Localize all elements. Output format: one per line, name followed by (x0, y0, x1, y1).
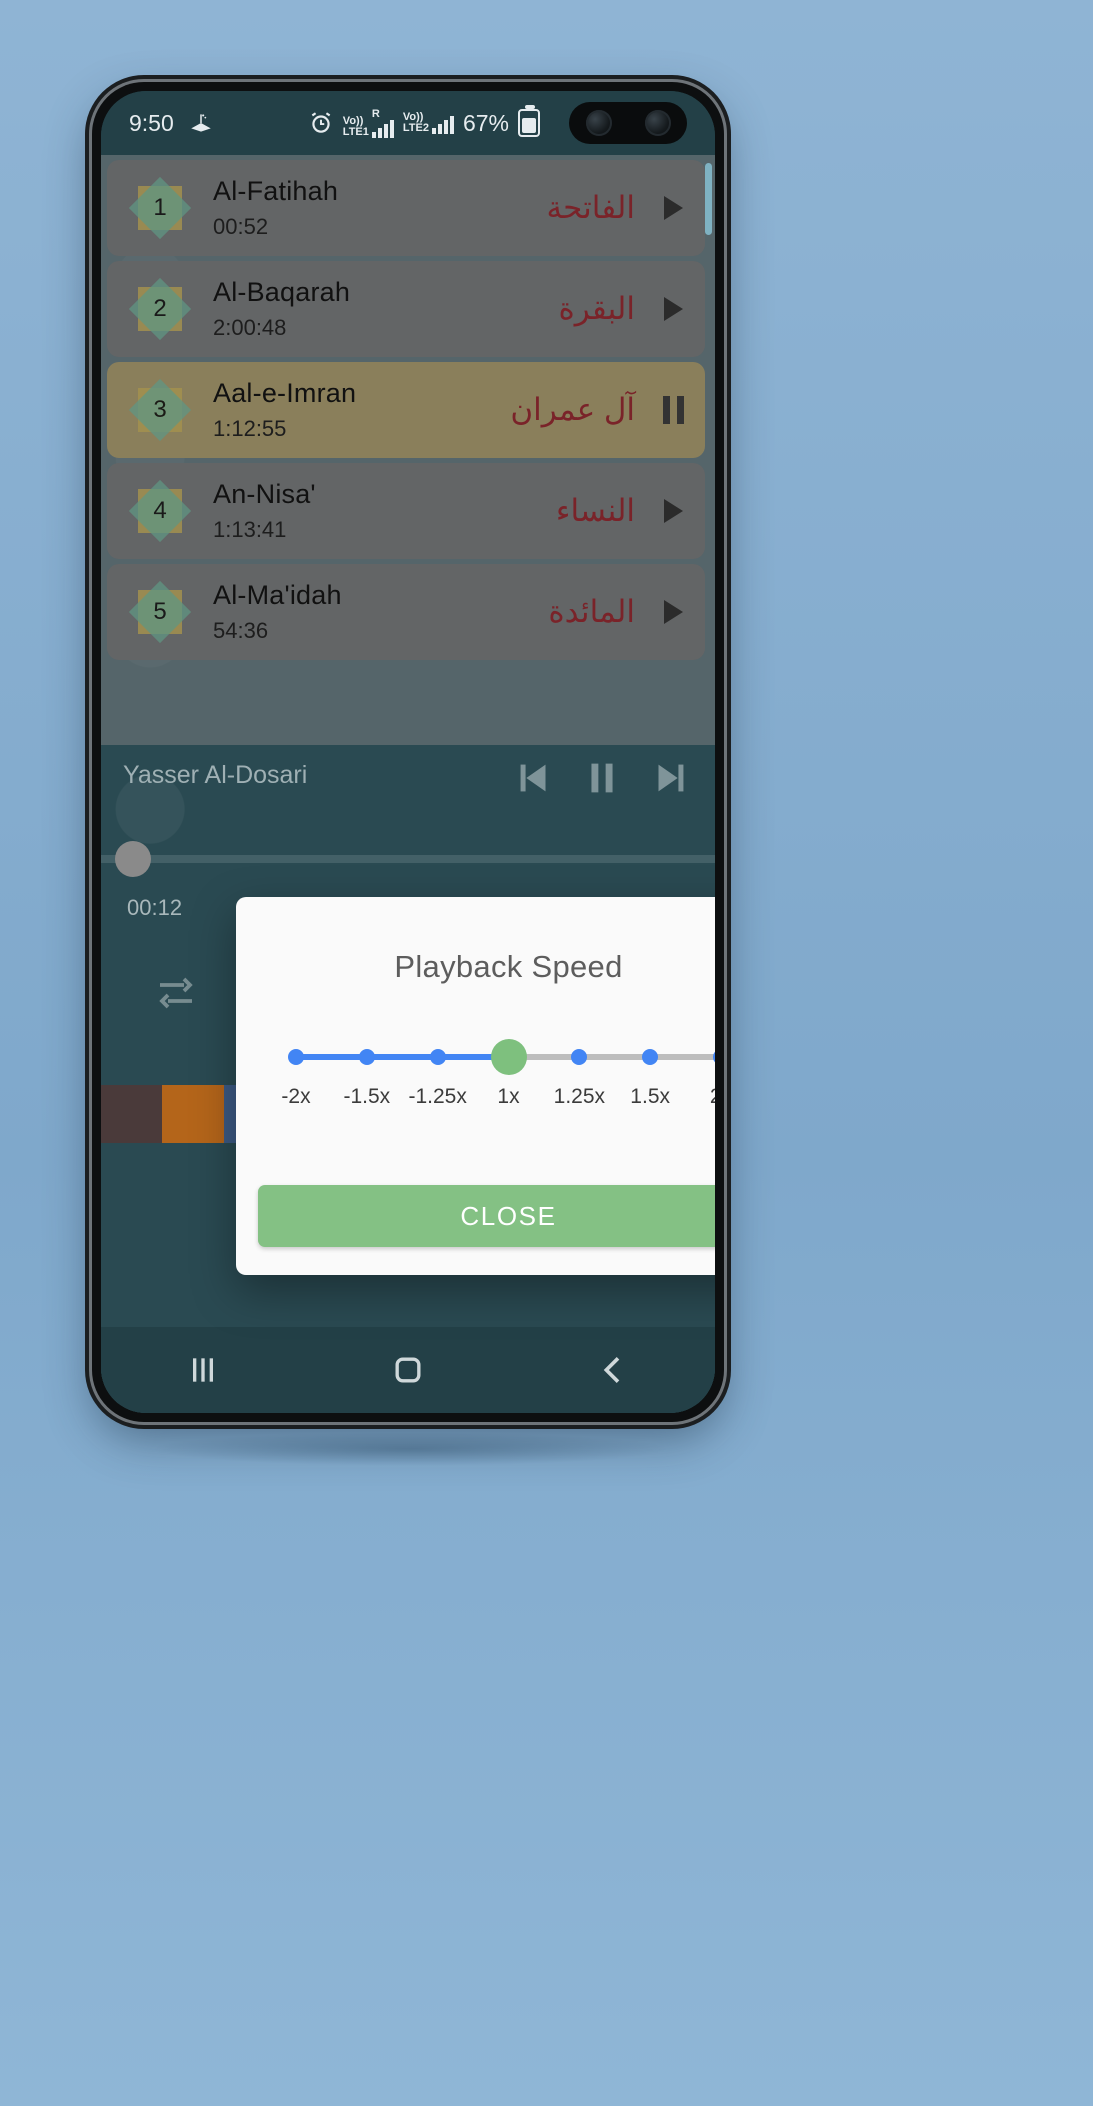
surah-number: 2 (153, 295, 167, 322)
close-button[interactable]: CLOSE (258, 1185, 715, 1247)
roaming-label: R (371, 107, 380, 120)
slider-tick[interactable] (358, 1049, 375, 1065)
slider-tick-label: -1.5x (343, 1085, 391, 1108)
volume-up-button[interactable] (86, 380, 91, 476)
slider-tick-label: -2x (281, 1085, 311, 1108)
sim1-tech-label: LTE1 (342, 125, 369, 138)
surah-number: 1 (153, 194, 167, 221)
sim2-indicator: Vo)) LTE2 (403, 112, 454, 134)
slider-tick-label: -1.25x (408, 1085, 467, 1108)
front-camera-cutout (569, 102, 687, 144)
sim2-tech-label: LTE2 (402, 122, 429, 134)
sim1-signal-bars (371, 119, 394, 138)
sim2-signal-bars (431, 116, 454, 134)
status-bar-right: Vo)) LTE1 R Vo)) LTE2 67% (308, 105, 540, 138)
phone-drop-shadow (150, 1432, 670, 1466)
battery-icon (518, 105, 540, 137)
slider-tick[interactable] (571, 1049, 588, 1065)
slider-tick[interactable] (288, 1049, 304, 1065)
sim1-indicator: Vo)) LTE1 R (342, 107, 394, 138)
slider-tick-label: 1x (497, 1085, 520, 1108)
slider-tick-label: 1.5x (630, 1085, 671, 1108)
volume-down-button[interactable] (86, 560, 91, 626)
slider-tick[interactable] (642, 1049, 659, 1065)
status-time: 9:50 (129, 109, 174, 136)
sim1-volte-label: Vo)) (342, 114, 364, 127)
alarm-icon (311, 112, 331, 133)
surah-number: 4 (153, 497, 167, 524)
camera-lens-left (585, 110, 612, 136)
status-bar: 9:50 Vo)) LTE1 R Vo)) LTE2 67% (101, 91, 715, 155)
battery-percent-label: 67% (462, 109, 509, 136)
surah-number: 5 (153, 598, 167, 625)
speed-slider[interactable]: -2x -1.5x -1.25x 1x 1.25x 1.5x 2x (276, 1039, 715, 1108)
quran-app-icon (191, 114, 211, 132)
slider-tick-label: 2x (710, 1085, 715, 1109)
phone-screen: 9:50 Vo)) LTE1 R Vo)) LTE2 67% 1 Al-Fati… (101, 91, 715, 1413)
slider-thumb[interactable] (490, 1039, 527, 1075)
slider-track-fill (296, 1054, 509, 1060)
slider-tick-label: 1.25x (553, 1085, 606, 1108)
playback-speed-dialog: Playback Speed -2x -1.5x -1.25x 1x 1.25x 1.5x… (236, 897, 715, 1275)
slider-tick[interactable] (429, 1049, 446, 1065)
camera-lens-right (644, 110, 671, 136)
dialog-title: Playback Speed (394, 949, 623, 984)
app-content: 1 Al-Fatihah 00:52 الفاتحة 2 Al-Baqarah 2:00:4… (101, 155, 715, 1413)
status-bar-left: 9:50 (129, 110, 214, 137)
surah-number: 3 (153, 396, 167, 423)
slider-tick[interactable] (713, 1049, 715, 1065)
phone-device: 9:50 Vo)) LTE1 R Vo)) LTE2 67% 1 Al-Fati… (92, 82, 724, 1422)
screenshot-canvas: 9:50 Vo)) LTE1 R Vo)) LTE2 67% 1 Al-Fati… (0, 0, 1093, 2106)
